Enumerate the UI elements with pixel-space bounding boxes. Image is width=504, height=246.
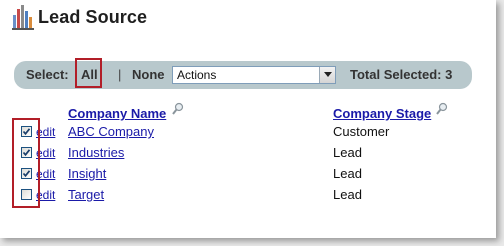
chevron-down-icon xyxy=(323,72,332,77)
page-title: Lead Source xyxy=(38,6,148,27)
table-row: edit Target Lead xyxy=(0,185,496,205)
magnifier-icon[interactable] xyxy=(436,102,448,115)
company-stage: Lead xyxy=(333,166,362,181)
column-header-company-stage[interactable]: Company Stage xyxy=(333,106,431,121)
actions-dropdown-value: Actions xyxy=(177,68,217,82)
table-row: edit Insight Lead xyxy=(0,164,496,184)
company-name-link[interactable]: ABC Company xyxy=(68,124,154,139)
bar-chart-icon xyxy=(12,5,34,30)
select-label: Select: xyxy=(26,67,69,82)
table-row: edit Industries Lead xyxy=(0,143,496,163)
magnifier-icon[interactable] xyxy=(172,102,184,115)
column-header-company-name[interactable]: Company Name xyxy=(68,106,166,121)
toolbar-separator: | xyxy=(118,67,122,82)
checkbox-highlight-box xyxy=(12,118,40,208)
dropdown-arrow-button[interactable] xyxy=(319,67,335,83)
company-stage: Lead xyxy=(333,187,362,202)
table-row: edit ABC Company Customer xyxy=(0,122,496,142)
page-header: Lead Source xyxy=(12,4,147,30)
company-name-link[interactable]: Target xyxy=(68,187,104,202)
company-name-link[interactable]: Industries xyxy=(68,145,124,160)
total-selected-count: Total Selected: 3 xyxy=(350,67,453,82)
all-highlight-box xyxy=(75,58,102,88)
select-none-link[interactable]: None xyxy=(132,67,165,82)
company-stage: Customer xyxy=(333,124,390,139)
company-name-link[interactable]: Insight xyxy=(68,166,106,181)
actions-dropdown[interactable]: Actions xyxy=(172,66,336,84)
content-panel: Lead Source Select: All | None Actions T… xyxy=(0,0,496,238)
company-stage: Lead xyxy=(333,145,362,160)
